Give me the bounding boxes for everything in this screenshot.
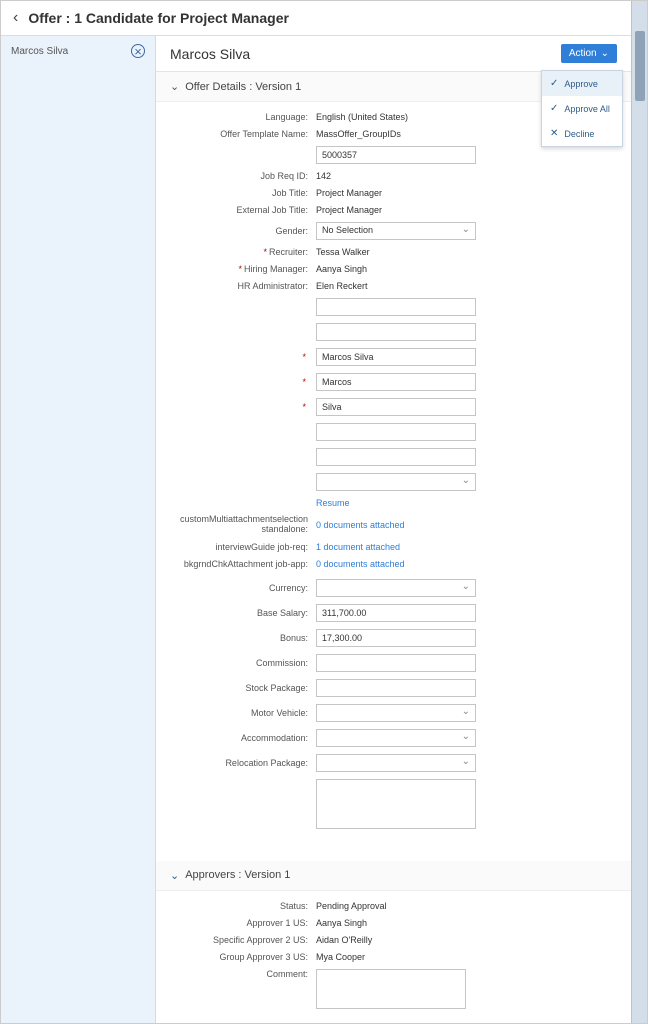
- label-language: Language:: [176, 112, 316, 122]
- label-external-job-title: External Job Title:: [176, 205, 316, 215]
- value-group-approver3: Mya Cooper: [316, 952, 611, 962]
- value-external-job-title: Project Manager: [316, 205, 611, 215]
- relocation-package-select[interactable]: [316, 754, 476, 772]
- template-id-input[interactable]: [316, 146, 476, 164]
- sidebar-candidate-name: Marcos Silva: [11, 46, 68, 57]
- base-salary-input[interactable]: [316, 604, 476, 622]
- approvers-title: Approvers : Version 1: [185, 869, 290, 881]
- bkgrnd-chk-link[interactable]: 0 documents attached: [316, 559, 405, 569]
- relocation-notes[interactable]: [316, 779, 476, 829]
- menu-approve[interactable]: ✓ Approve: [542, 71, 622, 96]
- menu-decline-label: Decline: [564, 129, 594, 139]
- candidate-header: Marcos Silva Action ⌄: [156, 36, 631, 72]
- chevron-down-icon: ⌄: [170, 80, 179, 93]
- resume-link[interactable]: Resume: [316, 498, 350, 508]
- first-name-input[interactable]: [316, 373, 476, 391]
- extra-input-1[interactable]: [316, 298, 476, 316]
- value-specific-approver2: Aidan O'Reilly: [316, 935, 611, 945]
- menu-approve-label: Approve: [564, 79, 598, 89]
- action-menu: ✓ Approve ✓ Approve All ✕ Decline: [541, 70, 623, 147]
- motor-vehicle-select[interactable]: [316, 704, 476, 722]
- close-icon[interactable]: ×: [131, 44, 145, 58]
- gender-select[interactable]: No Selection: [316, 222, 476, 240]
- approvers-form: Status:Pending Approval Approver 1 US:Aa…: [156, 891, 631, 1023]
- value-hr-admin: Elen Reckert: [316, 281, 611, 291]
- chevron-down-icon: ⌄: [601, 48, 609, 59]
- label-template-name: Offer Template Name:: [176, 129, 316, 139]
- extra-select-1[interactable]: [316, 473, 476, 491]
- label-status: Status:: [176, 901, 316, 911]
- offer-details-form: Language: English (United States) Offer …: [156, 102, 631, 846]
- main-panel: Marcos Silva Action ⌄ ✓ Approve ✓ Approv…: [156, 36, 631, 1023]
- label-recruiter: *Recruiter:: [176, 247, 316, 257]
- stock-package-input[interactable]: [316, 679, 476, 697]
- extra-input-4[interactable]: [316, 448, 476, 466]
- label-group-approver3: Group Approver 3 US:: [176, 952, 316, 962]
- label-interview-guide: interviewGuide job-req:: [176, 542, 316, 552]
- offer-details-title: Offer Details : Version 1: [185, 81, 301, 93]
- label-accommodation: Accommodation:: [176, 733, 316, 743]
- menu-approve-all-label: Approve All: [564, 104, 610, 114]
- accommodation-select[interactable]: [316, 729, 476, 747]
- check-icon: ✓: [550, 103, 558, 114]
- page-header: ‹ Offer : 1 Candidate for Project Manage…: [1, 1, 647, 36]
- back-icon[interactable]: ‹: [13, 9, 18, 27]
- label-comment: Comment:: [176, 969, 316, 979]
- extra-input-2[interactable]: [316, 323, 476, 341]
- label-hr-admin: HR Administrator:: [176, 281, 316, 291]
- custom-multi-link[interactable]: 0 documents attached: [316, 520, 405, 530]
- check-icon: ✓: [550, 78, 558, 89]
- vertical-scrollbar[interactable]: [631, 1, 647, 1023]
- label-job-req-id: Job Req ID:: [176, 171, 316, 181]
- currency-select[interactable]: [316, 579, 476, 597]
- x-icon: ✕: [550, 128, 558, 139]
- label-specific-approver2: Specific Approver 2 US:: [176, 935, 316, 945]
- label-base-salary: Base Salary:: [176, 608, 316, 618]
- sidebar-candidate-item[interactable]: Marcos Silva ×: [1, 36, 155, 66]
- comment-textarea[interactable]: [316, 969, 466, 1009]
- commission-input[interactable]: [316, 654, 476, 672]
- menu-approve-all[interactable]: ✓ Approve All: [542, 96, 622, 121]
- label-approver1: Approver 1 US:: [176, 918, 316, 928]
- label-job-title: Job Title:: [176, 188, 316, 198]
- value-approver1: Aanya Singh: [316, 918, 611, 928]
- label-hiring-manager: *Hiring Manager:: [176, 264, 316, 274]
- value-hiring-manager: Aanya Singh: [316, 264, 611, 274]
- candidate-sidebar: Marcos Silva ×: [1, 36, 156, 1023]
- value-status: Pending Approval: [316, 901, 611, 911]
- full-name-input[interactable]: [316, 348, 476, 366]
- menu-decline[interactable]: ✕ Decline: [542, 121, 622, 146]
- label-bkgrnd-chk: bkgrndChkAttachment job-app:: [176, 559, 316, 569]
- action-label: Action: [569, 48, 597, 59]
- interview-guide-link[interactable]: 1 document attached: [316, 542, 400, 552]
- action-button[interactable]: Action ⌄: [561, 44, 617, 63]
- label-motor-vehicle: Motor Vehicle:: [176, 708, 316, 718]
- label-commission: Commission:: [176, 658, 316, 668]
- label-gender: Gender:: [176, 226, 316, 236]
- scroll-thumb[interactable]: [635, 31, 645, 101]
- value-recruiter: Tessa Walker: [316, 247, 611, 257]
- page-title: Offer : 1 Candidate for Project Manager: [28, 10, 289, 26]
- value-job-req-id: 142: [316, 171, 611, 181]
- label-relocation-package: Relocation Package:: [176, 758, 316, 768]
- extra-input-3[interactable]: [316, 423, 476, 441]
- candidate-name: Marcos Silva: [170, 46, 250, 62]
- value-job-title: Project Manager: [316, 188, 611, 198]
- label-custom-multi: customMultiattachmentselection standalon…: [176, 515, 316, 535]
- label-stock-package: Stock Package:: [176, 683, 316, 693]
- bonus-input[interactable]: [316, 629, 476, 647]
- last-name-input[interactable]: [316, 398, 476, 416]
- label-bonus: Bonus:: [176, 633, 316, 643]
- approvers-header[interactable]: ⌄ Approvers : Version 1: [156, 861, 631, 891]
- chevron-down-icon: ⌄: [170, 869, 179, 882]
- label-currency: Currency:: [176, 583, 316, 593]
